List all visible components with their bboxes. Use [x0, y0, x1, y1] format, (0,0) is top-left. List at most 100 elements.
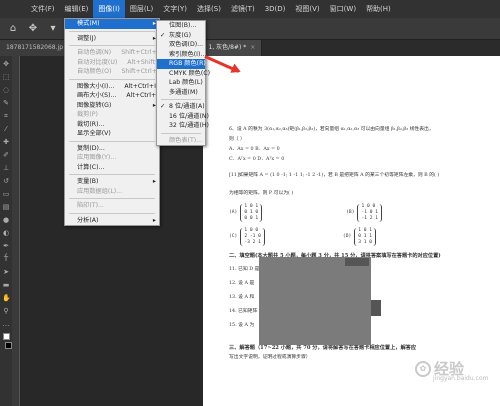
- lasso-tool-icon[interactable]: ◌: [2, 86, 10, 94]
- dodge-tool-icon[interactable]: ◐: [2, 229, 10, 237]
- matrix-option-c: (C) 1 0 02 -1 0 -3 2 1: [229, 228, 265, 246]
- menubar-item[interactable]: 文字(Y): [158, 0, 192, 18]
- checkmark-icon: ✓: [160, 31, 166, 39]
- menu-item-label: 陷印(T)...: [77, 202, 104, 209]
- quick-select-icon[interactable]: ✎: [2, 99, 10, 107]
- menu-item-label: 灰度(G): [169, 31, 191, 39]
- hand-tool-icon[interactable]: ✋: [2, 294, 11, 302]
- image-menu: 模式(M) ▸ 调整(J) ▸ 自动色调(N) Shift+Ctrl+L 自动对比度(U) A…: [64, 18, 180, 226]
- menu-item-label: 调整(J): [77, 34, 97, 42]
- menu-separator: [69, 212, 155, 214]
- matrix-label: (D): [342, 234, 352, 239]
- menu-item[interactable]: RGB 颜色(R): [157, 59, 206, 69]
- matrix-row: 0 0 1: [244, 216, 259, 221]
- close-tab-icon[interactable]: ×: [250, 44, 255, 51]
- healing-brush-icon[interactable]: ✚: [2, 138, 10, 146]
- background-color-swatch[interactable]: [4, 342, 12, 349]
- foreground-color-swatch[interactable]: [2, 333, 10, 340]
- menu-item[interactable]: 颜色表(T)...: [157, 136, 205, 146]
- menu-item-label: 32 位/通道(H): [169, 122, 209, 129]
- menu-item[interactable]: 双色调(D)...: [157, 40, 205, 50]
- path-select-icon[interactable]: ➤: [2, 268, 10, 276]
- eyedropper-icon[interactable]: ⁄: [2, 125, 10, 133]
- menu-separator: [69, 198, 155, 199]
- menu-separator: [161, 99, 201, 100]
- menu-item[interactable]: 位图(B)...: [157, 21, 205, 31]
- menu-item[interactable]: CMYK 颜色(C): [157, 69, 210, 79]
- menu-item[interactable]: 应用图像(Y)...: [65, 153, 159, 163]
- menubar-item[interactable]: 视图(V): [290, 0, 324, 18]
- menu-item[interactable]: 图像大小(I)... Alt+Ctrl+I: [65, 82, 159, 92]
- doc-line: A．Ax = 0 B．Ax = 0: [229, 147, 280, 152]
- menu-item[interactable]: 陷印(T)...: [65, 201, 159, 211]
- menu-item[interactable]: 裁切(R)...: [65, 120, 159, 130]
- menubar-item[interactable]: 滤镜(T): [226, 0, 260, 18]
- menu-item[interactable]: 多通道(M): [157, 88, 205, 98]
- menu-item[interactable]: 索引颜色(I)...: [157, 50, 206, 60]
- menu-item[interactable]: 计算(C)...: [65, 163, 159, 173]
- submenu-arrow-icon: ▸: [152, 178, 156, 185]
- eraser-tool-icon[interactable]: ▭: [2, 190, 10, 198]
- menu-shortcut: Shift+Ctrl+L: [121, 49, 161, 56]
- menu-item-label: 复制(D)...: [77, 144, 105, 152]
- menubar-item[interactable]: 窗口(W): [325, 0, 361, 18]
- menu-item[interactable]: 16 位/通道(N): [157, 112, 209, 122]
- menu-item[interactable]: 裁剪(P): [65, 110, 159, 120]
- menu-item[interactable]: 自动对比度(U) Alt+Shift+Ctrl+L: [65, 58, 180, 68]
- menu-item[interactable]: 变量(B) ▸: [65, 177, 159, 187]
- menu-item[interactable]: 自动色调(N) Shift+Ctrl+L: [65, 48, 161, 58]
- menu-separator: [69, 78, 155, 80]
- menubar-item[interactable]: 图像(I): [93, 0, 125, 18]
- matrix-row: -1 2 1: [361, 216, 379, 221]
- menu-item[interactable]: 32 位/通道(H): [157, 121, 209, 131]
- menu-item-label: 8 位/通道(A): [169, 103, 205, 110]
- menu-item[interactable]: 画布大小(S)... Alt+Ctrl+C: [65, 91, 160, 101]
- chevron-down-icon[interactable]: ▾: [46, 22, 60, 36]
- home-icon[interactable]: ⌂: [6, 22, 20, 36]
- stamp-tool-icon[interactable]: ⊥: [2, 164, 10, 172]
- collapse-arrow-icon[interactable]: ‹: [4, 250, 8, 261]
- menu-separator: [69, 45, 155, 46]
- move-tool-icon[interactable]: ✥: [26, 22, 40, 36]
- doc-line: 则（ ）: [229, 137, 245, 142]
- brush-tool-icon[interactable]: ✐: [2, 151, 10, 159]
- tab-label: 1878171582068.jp: [6, 44, 64, 51]
- doc-line: 6、设 A 的秩为 3(α₁,α₂,α₃)矩(β₁,β₂,β₃)，若向量组 α₁…: [229, 127, 434, 132]
- menubar-item[interactable]: 3D(D): [260, 0, 291, 18]
- move-tool-icon[interactable]: ✥: [2, 60, 10, 68]
- menu-item[interactable]: 图像旋转(G) ▸: [65, 101, 159, 111]
- section-heading: 三、解答题（17~22 小题，共 70 分，请将解答写在答题卡相应位置上，解答应: [229, 345, 417, 351]
- menu-separator: [69, 30, 155, 32]
- doc-line: 为相等的矩阵，则 P 可以为( ): [229, 191, 294, 196]
- blur-tool-icon[interactable]: ●: [2, 216, 10, 224]
- menu-item[interactable]: 复制(D)...: [65, 144, 159, 154]
- history-brush-icon[interactable]: ↺: [2, 177, 10, 185]
- menu-item[interactable]: Lab 颜色(L): [157, 78, 205, 88]
- menubar-item[interactable]: 图层(L): [125, 0, 158, 18]
- menubar-item[interactable]: 选择(S): [192, 0, 226, 18]
- menu-item[interactable]: 应用数据组(L)...: [65, 187, 159, 197]
- menu-item[interactable]: 分析(A) ▸: [65, 216, 159, 226]
- menubar-item[interactable]: 编辑(E): [60, 0, 94, 18]
- menu-item[interactable]: 显示全部(V): [65, 129, 159, 139]
- rectangle-tool-icon[interactable]: ▬: [2, 281, 10, 289]
- menu-item[interactable]: 调整(J) ▸: [65, 34, 159, 44]
- zoom-tool-icon[interactable]: ⚲: [2, 307, 10, 315]
- menubar-item[interactable]: 帮助(H): [361, 0, 396, 18]
- menu-item-label: 图像旋转(G): [77, 101, 112, 109]
- menu-item[interactable]: 自动颜色(O) Shift+Ctrl+B: [65, 67, 161, 77]
- menubar-item[interactable]: 文件(F): [26, 0, 60, 18]
- redaction-block: [345, 258, 369, 266]
- crop-tool-icon[interactable]: ⌗: [2, 112, 10, 120]
- gradient-tool-icon[interactable]: ▤: [2, 203, 10, 211]
- matrix-row: 3 1 0: [358, 240, 373, 245]
- matrix-options-row-2: (C) 1 0 02 -1 0 -3 2 1 (D) 1 0 10 1 13 1 0: [229, 228, 490, 246]
- pen-tool-icon[interactable]: ✒: [2, 242, 10, 250]
- menu-item[interactable]: ✓ 灰度(G): [157, 31, 205, 41]
- menu-item[interactable]: 模式(M) ▸: [65, 19, 159, 29]
- menu-item[interactable]: ✓ 8 位/通道(A): [157, 102, 205, 112]
- checkmark-icon: ✓: [160, 103, 166, 110]
- marquee-tool-icon[interactable]: ⬚: [2, 73, 10, 81]
- more-tools-icon[interactable]: …: [2, 320, 10, 328]
- document-canvas[interactable]: 6、设 A 的秩为 3(α₁,α₂,α₃)矩(β₁,β₂,β₃)，若向量组 α₁…: [203, 56, 500, 406]
